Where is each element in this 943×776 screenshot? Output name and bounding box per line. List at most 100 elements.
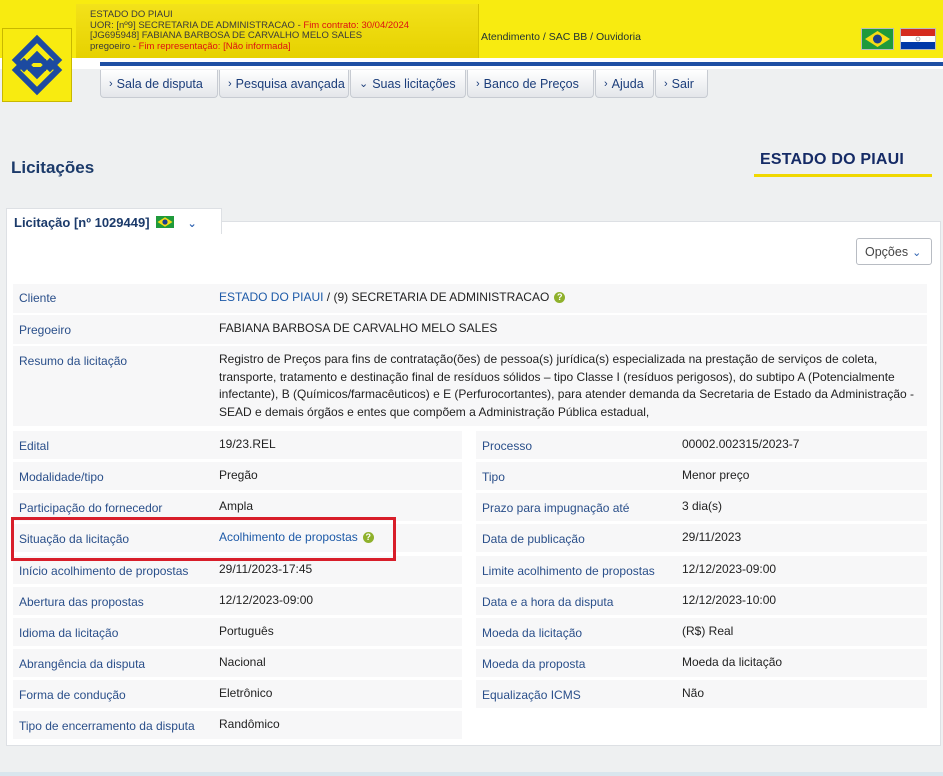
right-value: 12/12/2023-10:00 [682,592,776,610]
right-value: 29/11/2023 [682,529,741,547]
right-value: (R$) Real [682,623,733,641]
left-value: 19/23.REL [219,436,276,454]
right-label: Data de publicação [482,532,585,546]
bb-logo-icon[interactable] [2,28,72,102]
left-label: Abertura das propostas [19,595,144,609]
right-value: 00002.002315/2023-7 [682,436,799,454]
nav-label: Pesquisa avançada [235,76,345,91]
right-value: 12/12/2023-09:00 [682,561,776,579]
left-value-text: Eletrônico [219,686,273,700]
right-label: Prazo para impugnação até [482,501,630,515]
header-uor: UOR: [nº9] SECRETARIA DE ADMINISTRACAO - [90,19,304,31]
left-value: 12/12/2023-09:00 [219,592,313,610]
left-value-text: Ampla [219,499,254,513]
left-label: Idioma da licitação [19,626,119,640]
label-pregoeiro: Pregoeiro [19,323,72,337]
header-role: pregoeiro - [90,40,139,52]
right-value-text: Moeda da licitação [682,655,783,669]
nav-pesquisa-avancada[interactable]: › Pesquisa avançada [219,70,349,98]
right-value-text: Não [682,686,705,700]
org-title: ESTADO DO PIAUI [760,151,905,168]
brazil-flag-icon [155,216,174,228]
bottom-line [0,772,943,776]
value-pregoeiro: FABIANA BARBOSA DE CARVALHO MELO SALES [219,321,498,335]
contract-end: Fim contrato: 30/04/2024 [303,19,410,31]
nav-sala-de-disputa[interactable]: › Sala de disputa [100,70,218,98]
left-label: Modalidade/tipo [19,470,104,484]
right-value-text: (R$) Real [682,624,734,638]
right-value: Menor preço [682,467,749,485]
help-icon[interactable]: ? [554,292,566,303]
left-value: Ampla [219,498,253,516]
left-value: Português [219,623,274,641]
nav-label: Sala de disputa [116,76,203,91]
right-label: Processo [482,439,533,453]
left-value-text: Pregão [219,468,258,482]
right-label: Equalização ICMS [482,688,581,702]
right-value: 3 dia(s) [682,498,722,516]
left-value: Nacional [219,654,266,672]
page-title: Licitações [11,158,95,177]
left-value-text: Português [219,624,274,638]
options-button[interactable]: Opções ⌄ [856,238,932,265]
left-label: Tipo de encerramento da disputa [19,719,195,733]
left-value-text: 19/23.REL [219,437,276,451]
right-label: Tipo [482,470,505,484]
left-value: Eletrônico [219,685,272,703]
right-value: Não [682,685,704,703]
left-value: Pregão [219,467,258,485]
chevron-down-icon: ⌄ [912,247,922,259]
right-label: Data e a hora da disputa [482,595,614,609]
right-value-text: 12/12/2023-10:00 [682,593,777,607]
org-title-underline [754,174,932,177]
chevron-right-icon: › [109,77,113,90]
right-label: Moeda da licitação [482,626,583,640]
left-value-text: 12/12/2023-09:00 [219,593,314,607]
left-label: Abrangência da disputa [19,657,146,671]
label-cliente: Cliente [19,291,57,305]
paraguay-flag-icon[interactable] [900,28,936,50]
right-value-text: 3 dia(s) [682,499,723,513]
left-label: Edital [19,439,50,453]
nav-ajuda[interactable]: › Ajuda [595,70,654,98]
right-label: Moeda da proposta [482,657,586,671]
label-resumo: Resumo da licitação [19,354,128,368]
left-value: 29/11/2023-17:45 [219,561,312,579]
nav-accent-line [100,62,943,66]
role-end: Fim representação: [Não informada] [138,40,291,52]
highlight-box [11,517,396,561]
left-label: Forma de condução [19,688,126,702]
nav-sair[interactable]: › Sair [655,70,708,98]
left-value-text: 29/11/2023-17:45 [219,562,313,576]
right-value-text: Menor preço [682,468,750,482]
service-links[interactable]: Atendimento / SAC BB / Ouvidoria [481,31,641,43]
chevron-right-icon: › [476,77,480,90]
nav-suas-licitacoes[interactable]: ⌄ Suas licitações [350,70,466,98]
options-label: Opções [865,245,909,259]
chevron-down-icon: ⌄ [359,78,369,90]
left-label: Participação do fornecedor [19,501,163,515]
nav-banco-de-precos[interactable]: › Banco de Preços [467,70,594,98]
user-info: ESTADO DO PIAUI UOR: [nº9] SECRETARIA DE… [90,9,410,52]
left-value-text: Nacional [219,655,266,669]
left-value: Randômico [219,716,280,734]
right-value-text: 00002.002315/2023-7 [682,437,800,451]
nav-label: Ajuda [611,76,644,91]
value-cliente: ESTADO DO PIAUI / (9) SECRETARIA DE ADMI… [219,289,566,307]
value-resumo: Registro de Preços para fins de contrata… [219,352,915,419]
licitacao-tab[interactable]: Licitação [nº 1029449] ⌄ [6,208,222,234]
brazil-flag-icon[interactable] [861,28,894,50]
nav-label: Sair [671,76,694,91]
chevron-right-icon: › [664,77,668,90]
left-label: Início acolhimento de propostas [19,564,189,578]
right-value-text: 29/11/2023 [682,530,742,544]
tab-label: Licitação [nº 1029449] [14,215,150,230]
right-label: Limite acolhimento de propostas [482,564,655,578]
right-value-text: 12/12/2023-09:00 [682,562,777,576]
chevron-right-icon: › [228,77,232,90]
left-value-text: Randômico [219,717,280,731]
cliente-org-link[interactable]: ESTADO DO PIAUI [219,290,323,304]
right-value: Moeda da licitação [682,654,782,672]
cliente-org-rest: / (9) SECRETARIA DE ADMINISTRACAO [323,290,550,304]
nav-label: Banco de Preços [483,76,579,91]
